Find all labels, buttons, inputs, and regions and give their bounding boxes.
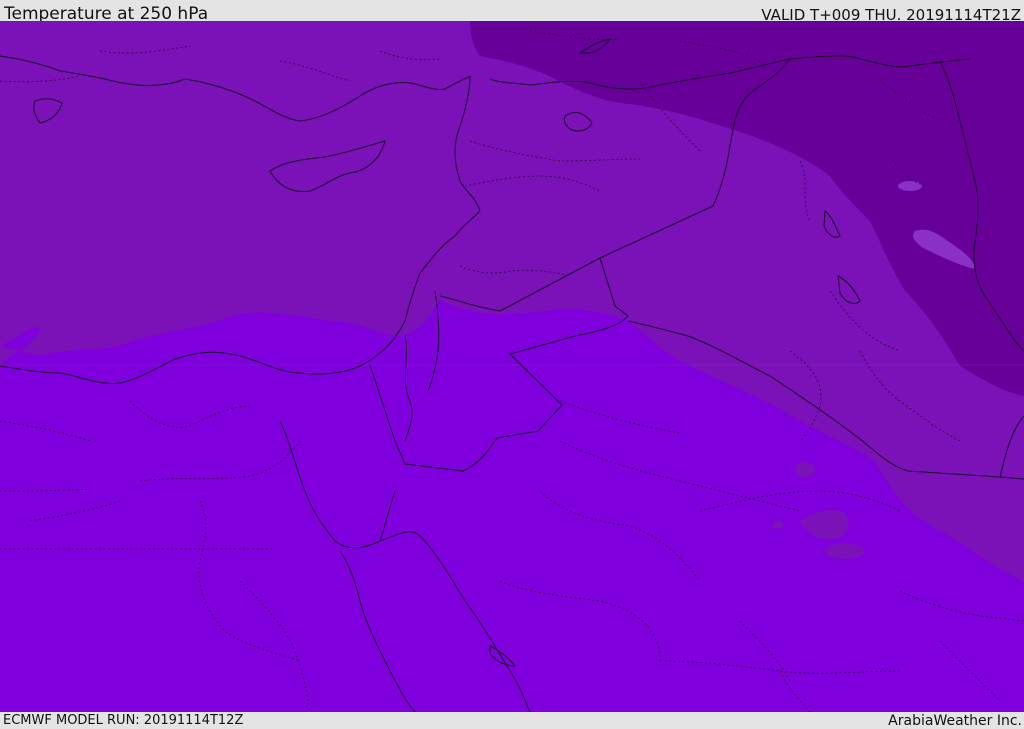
header-bar: Temperature at 250 hPa VALID T+009 THU. … (0, 0, 1024, 24)
map-canvas (0, 21, 1024, 712)
temperature-map[interactable] (0, 21, 1024, 712)
mid-blob (795, 462, 815, 478)
mid-blob (825, 543, 865, 559)
model-run-label: ECMWF MODEL RUN: 20191114T12Z (3, 713, 244, 728)
credit-label: ArabiaWeather Inc. (888, 713, 1022, 729)
weather-map-page: Temperature at 250 hPa VALID T+009 THU. … (0, 0, 1024, 729)
mid-blob (772, 521, 784, 529)
footer-bar: ECMWF MODEL RUN: 20191114T12Z ArabiaWeat… (0, 712, 1024, 729)
cold-blob (898, 181, 922, 191)
